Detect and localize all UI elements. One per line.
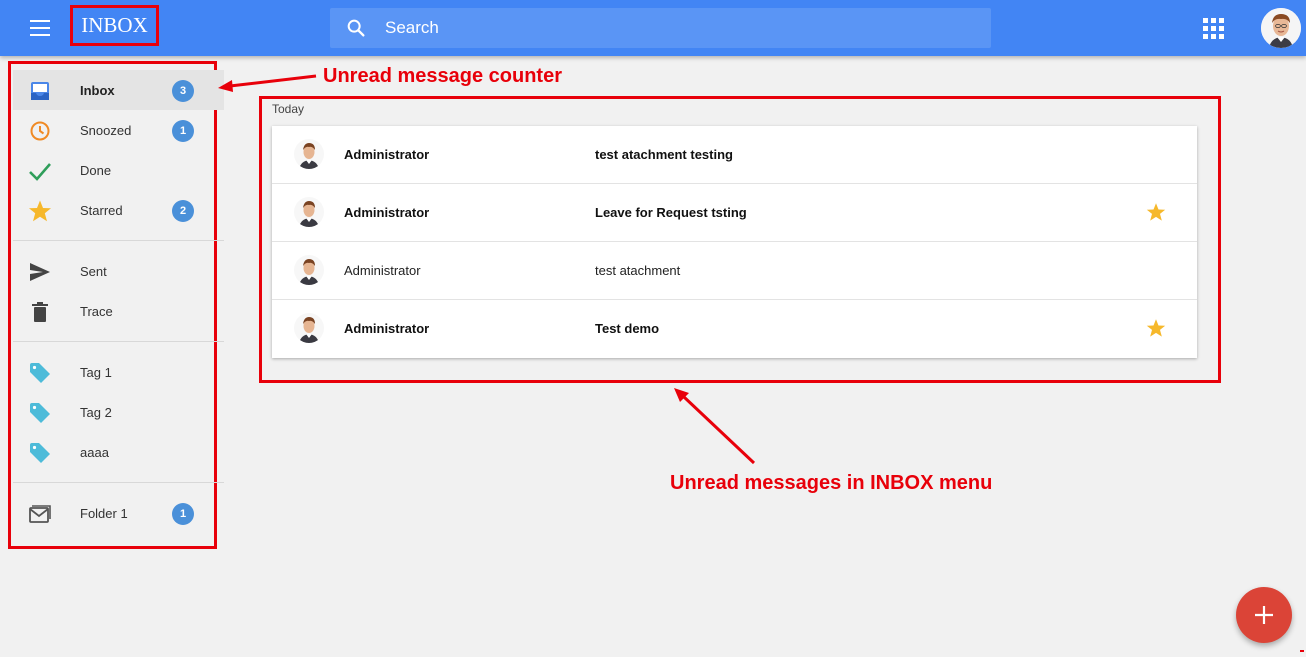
clock-icon <box>28 119 52 143</box>
sidebar-item-label: Folder 1 <box>80 505 128 521</box>
annotation-arrow-counter <box>218 74 317 92</box>
message-row[interactable]: Administrator Leave for Request tsting <box>272 184 1197 242</box>
annotation-messages-label: Unread messages in INBOX menu <box>670 472 993 494</box>
sidebar-divider <box>13 240 224 241</box>
star-icon[interactable] <box>1146 318 1166 338</box>
user-avatar[interactable] <box>1261 8 1301 48</box>
tag-icon <box>28 441 52 465</box>
sender-avatar <box>294 313 324 343</box>
sidebar-nav: Inbox 3 Snoozed 1 Done Starred 2 Sent Trace Tag 1… <box>8 61 224 549</box>
inbox-icon <box>28 79 52 103</box>
message-row[interactable]: Administrator Test demo <box>272 300 1197 358</box>
menu-icon[interactable] <box>20 16 60 40</box>
plus-icon <box>1255 606 1273 624</box>
section-label-today: Today <box>272 102 305 116</box>
sidebar-item-inbox[interactable]: Inbox 3 <box>13 70 224 110</box>
message-sender: Administrator <box>344 321 430 336</box>
folder-mail-icon <box>28 502 52 526</box>
sidebar-item-label: Inbox <box>80 82 115 98</box>
sidebar-item-tag-1[interactable]: Tag 1 <box>13 352 224 392</box>
message-sender: Administrator <box>344 147 430 162</box>
check-icon <box>28 159 52 183</box>
search-input[interactable] <box>382 8 991 48</box>
sidebar-item-label: Starred <box>80 202 123 218</box>
unread-count-badge: 1 <box>172 503 194 525</box>
search-bar[interactable] <box>330 8 991 48</box>
message-sender: Administrator <box>344 263 421 278</box>
sidebar-item-tag-2[interactable]: Tag 2 <box>13 392 224 432</box>
sidebar-item-aaaa[interactable]: aaaa <box>13 432 224 472</box>
sidebar-item-label: Tag 1 <box>80 364 112 380</box>
sidebar-item-label: aaaa <box>80 444 109 460</box>
message-row[interactable]: Administrator test atachment testing <box>272 126 1197 184</box>
unread-count-badge: 1 <box>172 120 194 142</box>
trash-icon <box>28 300 52 324</box>
sidebar-item-sent[interactable]: Sent <box>13 251 224 291</box>
message-row[interactable]: Administrator test atachment <box>272 242 1197 300</box>
sidebar-list: Inbox 3 Snoozed 1 Done Starred 2 Sent Trace Tag 1… <box>13 70 224 533</box>
sidebar-item-snoozed[interactable]: Snoozed 1 <box>13 110 224 150</box>
annotation-arrow-messages <box>674 388 756 465</box>
sidebar-item-label: Sent <box>80 263 107 279</box>
tag-icon <box>28 401 52 425</box>
sidebar-item-label: Done <box>80 162 112 178</box>
apps-grid-icon[interactable] <box>1203 18 1224 39</box>
compose-button[interactable] <box>1236 587 1292 643</box>
message-subject: Leave for Request tsting <box>595 205 747 220</box>
sidebar-divider <box>13 341 224 342</box>
message-subject: test atachment <box>595 263 681 278</box>
send-icon <box>28 260 52 284</box>
tag-icon <box>28 361 52 385</box>
star-icon[interactable] <box>1146 202 1166 222</box>
sender-avatar <box>294 139 324 169</box>
top-app-bar: INBOX <box>0 0 1306 56</box>
page-title: INBOX <box>70 5 159 46</box>
sidebar-item-starred[interactable]: Starred 2 <box>13 190 224 230</box>
sidebar-item-label: Tag 2 <box>80 404 112 420</box>
edge-mark <box>1300 650 1304 652</box>
message-list: Administrator test atachment testing Admin… <box>272 126 1197 358</box>
message-subject: Test demo <box>595 321 660 336</box>
message-sender: Administrator <box>344 205 430 220</box>
message-subject: test atachment testing <box>595 147 733 162</box>
sidebar-item-label: Snoozed <box>80 122 132 138</box>
annotation-counter-label: Unread message counter <box>323 65 562 87</box>
sender-avatar <box>294 255 324 285</box>
sidebar-item-folder-1[interactable]: Folder 1 1 <box>13 493 224 533</box>
sidebar-item-trace[interactable]: Trace <box>13 291 224 331</box>
sidebar-divider <box>13 482 224 483</box>
sender-avatar <box>294 197 324 227</box>
unread-count-badge: 2 <box>172 200 194 222</box>
sidebar-item-label: Trace <box>80 303 113 319</box>
search-icon[interactable] <box>330 17 382 39</box>
sidebar-item-done[interactable]: Done <box>13 150 224 190</box>
unread-count-badge: 3 <box>172 80 194 102</box>
star-icon <box>28 199 52 223</box>
